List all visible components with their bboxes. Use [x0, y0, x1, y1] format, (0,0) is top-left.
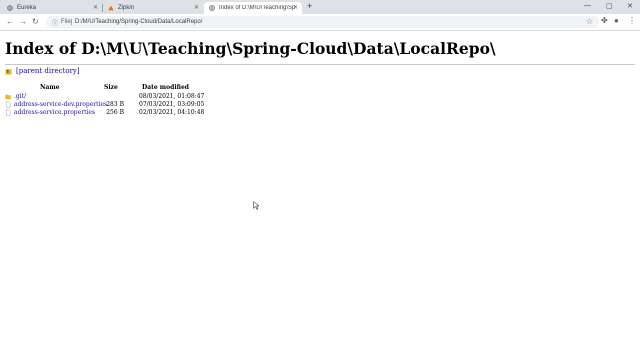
close-tab-icon[interactable]: ✕: [194, 4, 199, 11]
entry-date: 07/03/2021, 03:09:05: [139, 101, 205, 108]
column-header-name[interactable]: Name: [40, 84, 60, 91]
parent-directory-link[interactable]: [parent directory]: [16, 67, 80, 75]
entry-date: 08/03/2021, 01:08:47: [139, 93, 205, 100]
entry-name-link[interactable]: .git/: [14, 93, 26, 100]
reload-icon[interactable]: ↻: [32, 17, 39, 26]
directory-listing-page: Index of D:\M\U\Teaching\Spring-Cloud\Da…: [0, 31, 640, 360]
globe-icon: [7, 5, 13, 11]
tab-title: Index of D:\M\U\Teaching\Spring-...: [219, 5, 295, 11]
entry-name-link[interactable]: address-service.properties: [14, 109, 95, 116]
tab-title: Eureka: [17, 5, 37, 11]
address-bar[interactable]: ⓘ File D:/M/U/Teaching/Spring-Cloud/Data…: [46, 16, 599, 28]
entry-date: 02/03/2021, 04:10:48: [139, 109, 205, 116]
bookmark-star-icon[interactable]: ☆: [586, 17, 593, 26]
tab-zipkin[interactable]: Zipkin ✕: [103, 2, 203, 14]
zipkin-triangle-icon: [108, 5, 114, 11]
menu-kebab-icon[interactable]: ⋮: [628, 16, 636, 25]
folder-icon: [5, 94, 11, 100]
forward-arrow-icon[interactable]: →: [19, 17, 27, 26]
page-title: Index of D:\M\U\Teaching\Spring-Cloud\Da…: [5, 39, 496, 58]
address-divider: [71, 19, 72, 25]
globe-icon: [209, 5, 215, 11]
entry-size: 256 B: [106, 109, 124, 116]
browser-toolbar: ← → ↻ ⓘ File D:/M/U/Teaching/Spring-Clou…: [0, 14, 640, 31]
entry-size: 283 B: [106, 101, 124, 108]
profile-avatar-icon[interactable]: ●: [614, 16, 619, 25]
address-url[interactable]: D:/M/U/Teaching/Spring-Cloud/Data/LocalR…: [75, 19, 202, 25]
close-tab-icon[interactable]: ✕: [93, 4, 98, 11]
column-header-size[interactable]: Size: [104, 84, 118, 91]
column-header-date[interactable]: Date modified: [142, 84, 189, 91]
tab-title: Zipkin: [118, 5, 135, 11]
back-arrow-icon[interactable]: ←: [6, 17, 14, 26]
file-icon: [5, 109, 11, 116]
tab-eureka[interactable]: Eureka ✕: [2, 2, 103, 14]
title-divider: [5, 64, 635, 65]
close-window-icon[interactable]: ✕: [627, 2, 633, 10]
minimize-icon[interactable]: —: [584, 2, 591, 9]
entry-name-link[interactable]: address-service-dev.properties: [14, 101, 107, 108]
info-icon[interactable]: ⓘ: [52, 18, 58, 27]
file-icon: [5, 101, 11, 108]
extensions-puzzle-icon[interactable]: ✤: [601, 16, 608, 25]
tab-index-localrepo[interactable]: Index of D:\M\U\Teaching\Spring-... ✕: [204, 2, 302, 14]
table-row: .git/ 08/03/2021, 01:08:47: [0, 93, 640, 101]
new-tab-button[interactable]: +: [307, 1, 312, 11]
maximize-icon[interactable]: ▢: [606, 2, 613, 10]
mouse-cursor-icon: [253, 201, 259, 210]
address-scheme: File: [61, 19, 71, 25]
close-tab-icon[interactable]: ✕: [293, 4, 298, 11]
table-row: address-service-dev.properties 283 B 07/…: [0, 101, 640, 109]
parent-directory-row: [parent directory]: [5, 67, 80, 75]
tab-strip: Eureka ✕ Zipkin ✕ Index of D:\M\U\Teachi…: [0, 0, 640, 14]
parent-folder-up-icon: [5, 68, 12, 75]
table-row: address-service.properties 256 B 02/03/2…: [0, 109, 640, 117]
